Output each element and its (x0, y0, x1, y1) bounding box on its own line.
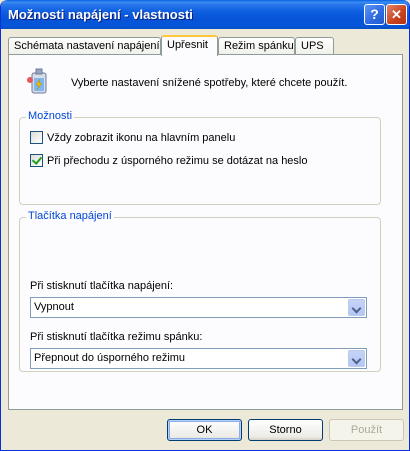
checkbox-label: Vždy zobrazit ikonu na hlavním panelu (47, 132, 236, 144)
checkbox-box[interactable] (30, 131, 43, 144)
tab-hibernate[interactable]: Režim spánku (218, 37, 295, 55)
sleep-button-select[interactable]: Přepnout do úsporného režimu (30, 348, 367, 369)
power-button-select[interactable]: Vypnout (30, 297, 367, 318)
power-buttons-group: Tlačítka napájení Při stisknutí tlačítka… (19, 210, 381, 372)
chevron-down-icon[interactable] (348, 350, 365, 367)
close-button[interactable]: ✕ (386, 4, 407, 25)
cancel-button-label: Storno (269, 424, 302, 436)
tab-label: UPS (301, 40, 324, 52)
power-options-icon (27, 68, 47, 94)
power-button-value: Vypnout (34, 301, 74, 313)
ok-button[interactable]: OK (167, 419, 242, 441)
ok-button-label: OK (196, 424, 213, 436)
intro-text: Vyberte nastavení snížené spotřeby, kter… (71, 77, 348, 89)
help-button[interactable]: ? (364, 4, 385, 25)
power-button-label: Při stisknutí tlačítka napájení: (30, 280, 174, 292)
checkbox-label: Při přechodu z úsporného režimu se dotáz… (47, 155, 308, 167)
checkbox-show-icon[interactable]: Vždy zobrazit ikonu na hlavním panelu (30, 131, 235, 144)
power-buttons-group-title: Tlačítka napájení (26, 210, 114, 222)
tab-label: Režim spánku (224, 40, 294, 52)
tab-label: Upřesnit (167, 39, 208, 51)
chevron-down-icon[interactable] (348, 299, 365, 316)
tab-advanced[interactable]: Upřesnit (161, 35, 218, 56)
options-group-title: Možnosti (26, 110, 75, 122)
tab-power-schemes[interactable]: Schémata nastavení napájení (8, 37, 161, 55)
tab-panel-advanced: Vyberte nastavení snížené spotřeby, kter… (8, 54, 403, 410)
apply-button[interactable]: Použít (329, 419, 404, 441)
title-bar[interactable]: Možnosti napájení - vlastnosti ? ✕ (1, 0, 409, 29)
options-group: Možnosti Vždy zobrazit ikonu na hlavním … (19, 110, 381, 205)
checkbox-prompt-password[interactable]: Při přechodu z úsporného režimu se dotáz… (30, 154, 308, 167)
window-title: Možnosti napájení - vlastnosti (8, 7, 193, 22)
apply-button-label: Použít (350, 424, 383, 436)
sleep-button-value: Přepnout do úsporného režimu (34, 352, 186, 364)
close-icon: ✕ (391, 7, 402, 22)
tab-label: Schémata nastavení napájení (14, 40, 160, 52)
dialog-window: Možnosti napájení - vlastnosti ? ✕ Schém… (0, 0, 410, 451)
help-icon: ? (370, 6, 379, 22)
cancel-button[interactable]: Storno (248, 419, 323, 441)
sleep-button-label: Při stisknutí tlačítka režimu spánku: (30, 331, 203, 343)
tab-ups[interactable]: UPS (295, 37, 334, 55)
checkbox-box[interactable] (30, 154, 43, 167)
